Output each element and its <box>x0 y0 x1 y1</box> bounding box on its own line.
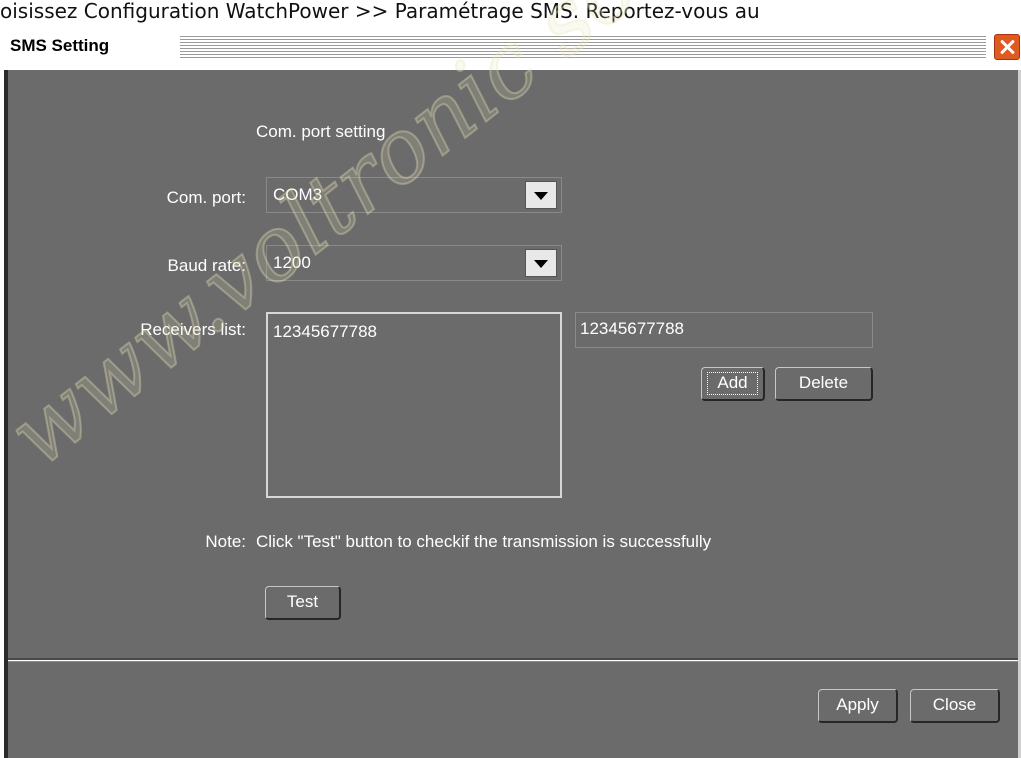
com-port-value: COM3 <box>273 185 323 204</box>
note-text: Click "Test" button to checkif the trans… <box>256 532 712 551</box>
baud-rate-select[interactable]: 1200 <box>266 245 562 281</box>
document-caption: oisissez Configuration WatchPower >> Par… <box>0 0 760 23</box>
delete-button-label: Delete <box>798 373 849 392</box>
baud-rate-value: 1200 <box>273 253 311 272</box>
receivers-list-label: Receivers list: <box>140 320 246 339</box>
settings-panel: Com. port setting Com. port: COM3 Baud r… <box>8 70 1018 660</box>
baud-rate-label: Baud rate: <box>167 256 246 275</box>
close-button-label: Close <box>932 695 977 714</box>
dialog-title: SMS Setting <box>10 36 110 55</box>
apply-button-label: Apply <box>836 695 879 714</box>
title-bar[interactable]: SMS Setting <box>4 28 1020 66</box>
section-heading: Com. port setting <box>256 122 386 141</box>
dialog-footer: Apply Close <box>8 661 1018 758</box>
note-label: Note: <box>205 532 246 551</box>
test-button[interactable]: Test <box>265 586 341 620</box>
title-bar-grip <box>180 36 986 58</box>
close-button[interactable]: Close <box>910 689 1000 723</box>
receiver-number-value: 12345677788 <box>580 319 685 338</box>
com-port-select[interactable]: COM3 <box>266 177 562 213</box>
sms-setting-dialog: SMS Setting Com. port setting Com. port:… <box>0 24 1021 758</box>
delete-button[interactable]: Delete <box>775 367 873 401</box>
add-button[interactable]: Add <box>701 367 765 401</box>
chevron-down-icon[interactable] <box>525 249 557 277</box>
receiver-number-input[interactable]: 12345677788 <box>575 312 873 348</box>
receivers-list[interactable]: 12345677788 <box>266 312 562 498</box>
screenshot: oisissez Configuration WatchPower >> Par… <box>0 0 1021 758</box>
add-button-label: Add <box>717 373 748 392</box>
list-item[interactable]: 12345677788 <box>273 322 377 342</box>
com-port-label: Com. port: <box>166 188 246 207</box>
test-button-label: Test <box>286 592 319 611</box>
close-window-icon[interactable] <box>994 34 1020 60</box>
apply-button[interactable]: Apply <box>818 689 898 723</box>
chevron-down-icon[interactable] <box>525 181 557 209</box>
